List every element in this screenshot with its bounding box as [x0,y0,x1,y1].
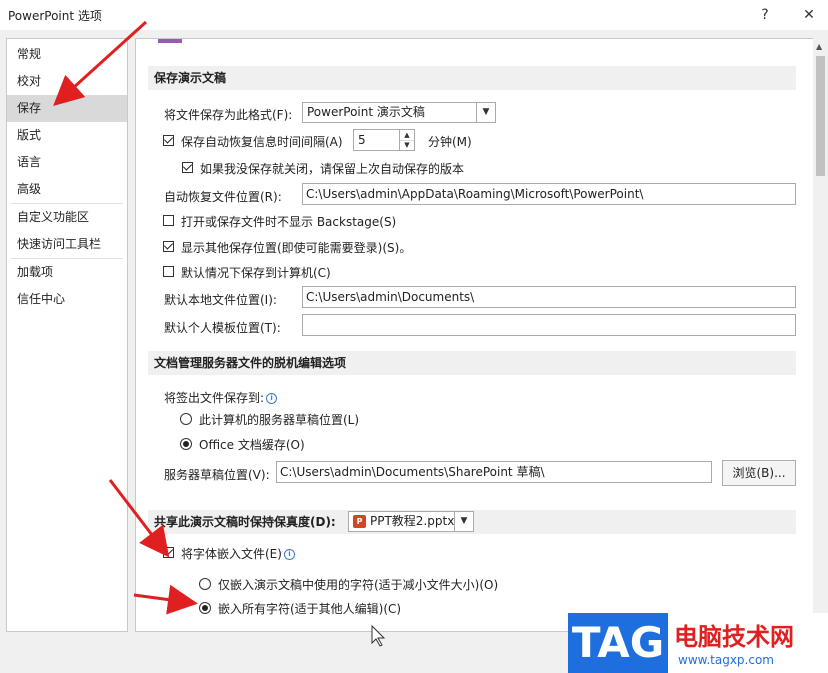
watermark-text: 电脑技术网 www.tagxp.com [668,613,828,673]
watermark-logo: TAG [568,613,668,673]
arrow-to-embed-checkbox [108,479,170,558]
arrow-to-save [53,20,148,107]
arrow-to-embed-all [133,584,198,615]
watermark-url: www.tagxp.com [678,653,774,667]
mouse-cursor-icon [371,624,386,647]
watermark-cn: 电脑技术网 [674,623,794,651]
annotation-arrows [53,20,386,647]
